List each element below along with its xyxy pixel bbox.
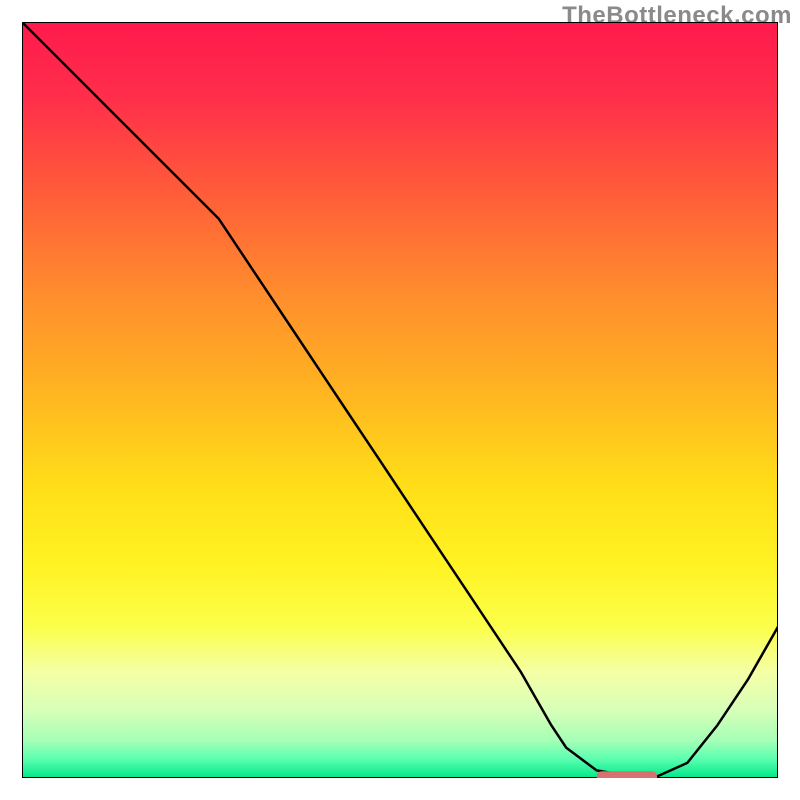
plot-area	[22, 22, 778, 778]
optimal-marker	[597, 771, 658, 778]
chart-svg	[22, 22, 778, 778]
chart-container: TheBottleneck.com	[0, 0, 800, 800]
